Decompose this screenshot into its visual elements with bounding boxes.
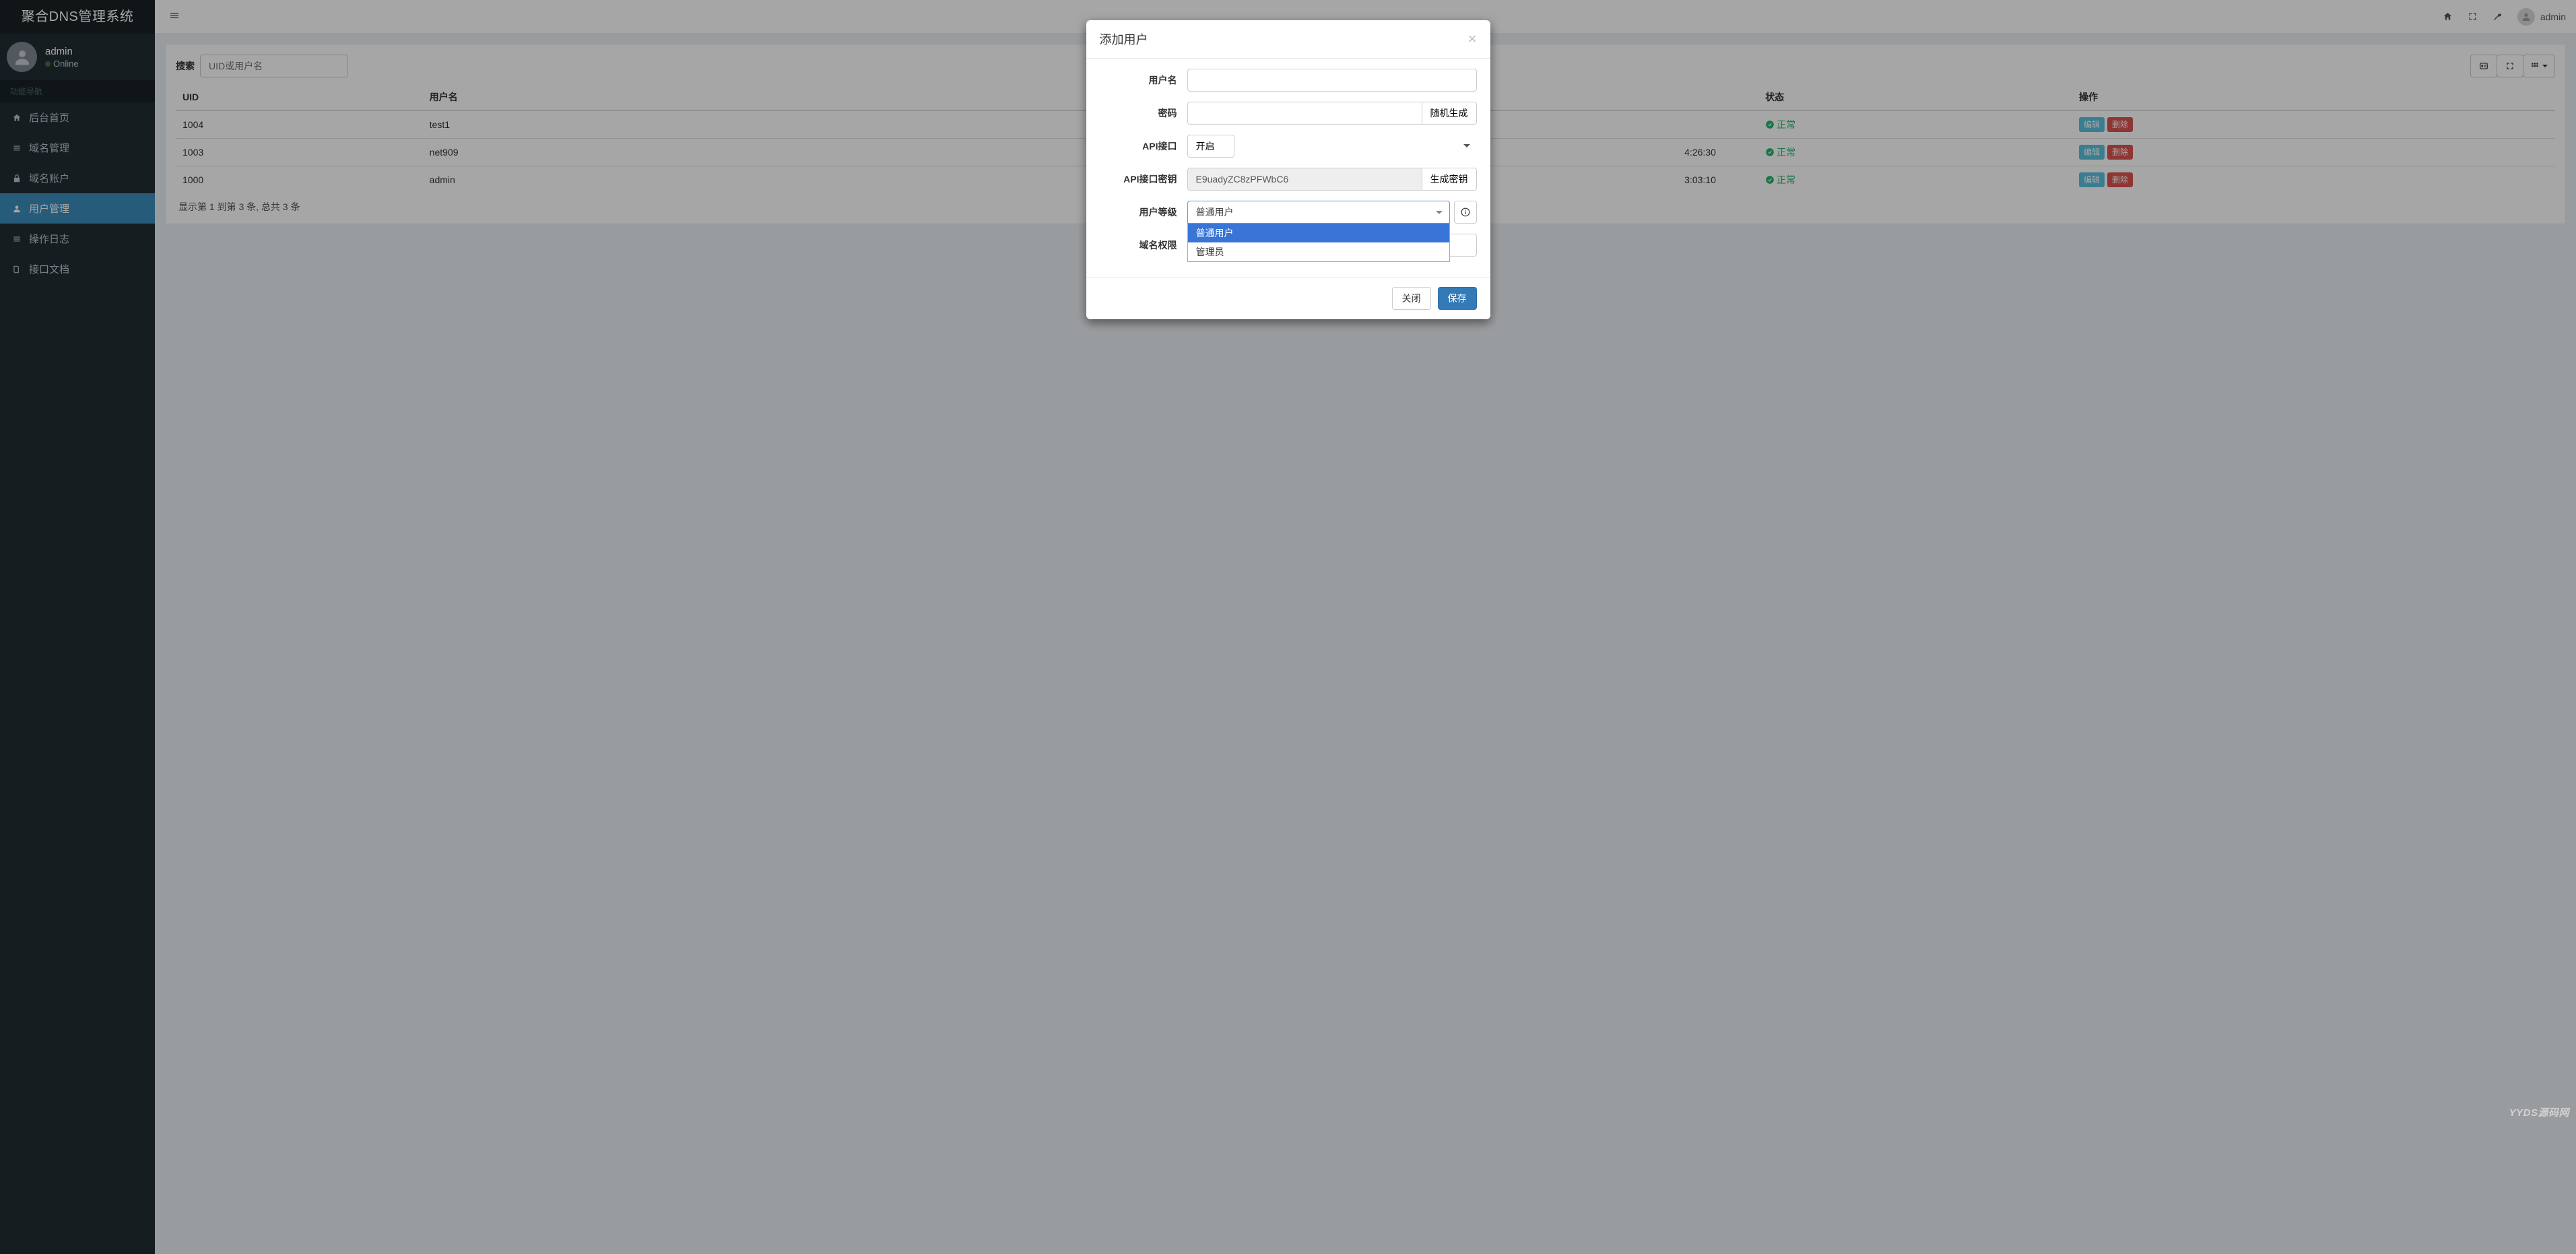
- modal-backdrop[interactable]: 添加用户 × 用户名 密码 随机生成 API接口 开启: [0, 0, 2576, 1254]
- label-password: 密码: [1100, 106, 1187, 120]
- label-api: API接口: [1100, 139, 1187, 153]
- user-level-help-button[interactable]: [1454, 201, 1477, 224]
- modal-close-button[interactable]: ×: [1468, 32, 1477, 46]
- info-icon: [1461, 207, 1470, 217]
- label-level: 用户等级: [1100, 205, 1187, 219]
- label-username: 用户名: [1100, 73, 1187, 87]
- apikey-input[interactable]: [1187, 168, 1422, 191]
- generate-apikey-button[interactable]: 生成密钥: [1422, 168, 1477, 191]
- modal-cancel-button[interactable]: 关闭: [1392, 287, 1431, 310]
- modal-title: 添加用户: [1100, 30, 1468, 48]
- username-input[interactable]: [1187, 69, 1477, 92]
- user-level-option-admin[interactable]: 管理员: [1188, 242, 1449, 261]
- api-select[interactable]: 开启: [1187, 135, 1234, 158]
- user-level-selected[interactable]: 普通用户: [1187, 201, 1450, 224]
- user-level-option-regular[interactable]: 普通用户: [1188, 224, 1449, 242]
- label-perm: 域名权限: [1100, 238, 1187, 252]
- user-level-select[interactable]: 普通用户 普通用户 管理员: [1187, 201, 1450, 224]
- password-input[interactable]: [1187, 102, 1422, 125]
- add-user-modal: 添加用户 × 用户名 密码 随机生成 API接口 开启: [1086, 20, 1490, 319]
- modal-save-button[interactable]: 保存: [1438, 287, 1477, 310]
- user-level-dropdown: 普通用户 管理员: [1187, 224, 1450, 262]
- label-apikey: API接口密钥: [1100, 172, 1187, 186]
- generate-password-button[interactable]: 随机生成: [1422, 102, 1477, 125]
